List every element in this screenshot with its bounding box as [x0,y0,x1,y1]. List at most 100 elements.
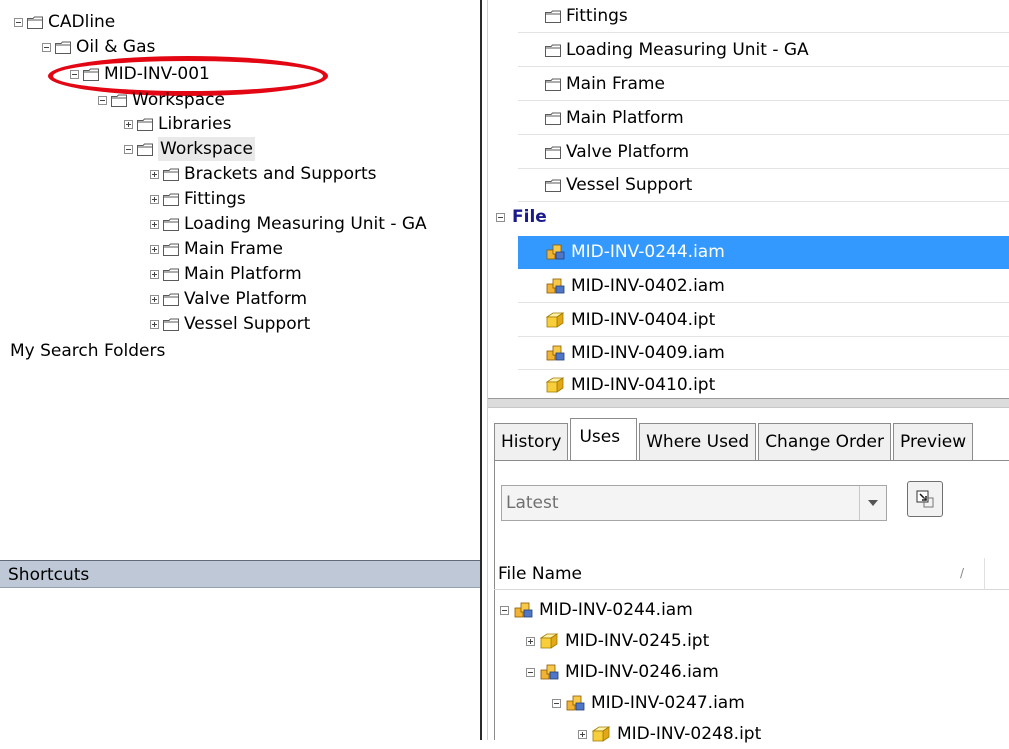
grid-header[interactable]: File Name / [494,558,1009,590]
expand-icon[interactable] [150,219,159,229]
shortcuts-label: Shortcuts [8,565,90,585]
item-label: MID-INV-0402.iam [571,276,725,296]
shortcuts-header[interactable]: Shortcuts [0,560,480,588]
tree-node-libraries[interactable]: Libraries [124,112,231,136]
tree-node-label: Workspace [132,90,225,110]
folder-icon [137,118,153,131]
row-label: MID-INV-0246.iam [565,662,719,682]
table-row[interactable]: MID-INV-0248.ipt [578,719,761,749]
table-row[interactable]: MID-INV-0245.ipt [526,626,709,656]
tab-preview[interactable]: Preview [893,423,974,460]
tab-history[interactable]: History [494,423,569,460]
collapse-icon[interactable] [124,144,133,154]
column-header-file-name[interactable]: File Name [494,564,988,584]
item-label: Valve Platform [566,142,690,162]
tree-node-label: Libraries [158,114,232,134]
tab-change-order[interactable]: Change Order [758,423,891,460]
tree-node-workspace[interactable]: Workspace [124,137,255,161]
collapse-icon[interactable] [552,698,561,708]
list-item-folder[interactable]: Vessel Support [518,169,1009,202]
collapse-icon[interactable] [70,69,79,79]
tree-node-valve-platform[interactable]: Valve Platform [150,287,307,311]
folder-icon [55,41,71,54]
vertical-splitter[interactable] [480,0,488,740]
expand-all-button[interactable] [907,481,943,517]
list-item-folder[interactable]: Valve Platform [518,136,1009,169]
item-label: MID-INV-0409.iam [571,343,725,363]
expand-icon[interactable] [526,636,535,646]
list-item-file[interactable]: MID-INV-0404.ipt [518,304,1009,337]
column-divider[interactable] [984,558,985,590]
tree-node-oil-gas[interactable]: Oil & Gas [42,35,155,59]
chevron-down-icon[interactable] [859,486,886,520]
collapse-icon[interactable] [500,605,509,615]
version-select[interactable]: Latest [501,485,887,521]
tree-node-main-platform[interactable]: Main Platform [150,262,302,286]
expand-tree-icon [916,490,934,508]
tree-node-loading-measuring-unit[interactable]: Loading Measuring Unit - GA [150,212,427,236]
details-pane: History Uses Where Used Change Order Pre… [488,408,1009,744]
tab-where-used[interactable]: Where Used [639,423,757,460]
tree-node-label: Vessel Support [184,314,311,334]
tree-node-fittings[interactable]: Fittings [150,187,246,211]
item-label: Loading Measuring Unit - GA [566,40,809,60]
tab-uses[interactable]: Uses [570,418,638,461]
table-row[interactable]: MID-INV-0244.iam [500,595,693,625]
part-file-icon [545,311,565,329]
expand-icon[interactable] [150,294,159,304]
expand-icon[interactable] [150,194,159,204]
table-row[interactable]: MID-INV-0246.iam [526,657,719,687]
list-item-file[interactable]: MID-INV-0409.iam [518,337,1009,370]
folder-icon [545,78,561,91]
row-label: MID-INV-0244.iam [539,600,693,620]
collapse-icon[interactable] [14,17,23,27]
collapse-icon[interactable] [526,667,535,677]
folder-icon [545,179,561,192]
folder-icon [163,218,179,231]
assembly-file-icon [545,344,565,362]
folder-icon [163,168,179,181]
tree-node-mid-inv-001[interactable]: MID-INV-001 [70,62,210,86]
tree-node-label: Main Platform [184,264,302,284]
expand-icon[interactable] [150,319,159,329]
expand-icon[interactable] [150,269,159,279]
row-label: MID-INV-0247.iam [591,693,745,713]
collapse-icon[interactable] [42,42,51,52]
expand-icon[interactable] [150,169,159,179]
tree-node-brackets[interactable]: Brackets and Supports [150,162,377,186]
list-item-folder[interactable]: Loading Measuring Unit - GA [518,34,1009,67]
tree-node-cadline[interactable]: CADline [14,10,115,34]
expand-icon[interactable] [150,244,159,254]
assembly-file-icon [513,601,533,619]
search-folders-label: My Search Folders [10,341,166,361]
item-label: MID-INV-0410.ipt [571,375,716,395]
list-item-folder[interactable]: Main Frame [518,68,1009,101]
horizontal-splitter[interactable] [488,398,1009,408]
assembly-file-icon [545,277,565,295]
collapse-icon[interactable] [98,95,107,105]
tree-node-vessel-support[interactable]: Vessel Support [150,312,310,336]
collapse-icon[interactable] [496,212,505,222]
group-header-file[interactable]: File [496,205,547,229]
item-label: MID-INV-0404.ipt [571,310,716,330]
tree-node-label: Main Frame [184,239,283,259]
list-item-folder[interactable]: Main Platform [518,102,1009,135]
item-label: Main Platform [566,108,684,128]
folder-icon [545,10,561,23]
table-row[interactable]: MID-INV-0247.iam [552,688,745,718]
list-item-file[interactable]: MID-INV-0402.iam [518,270,1009,303]
expand-icon[interactable] [124,119,133,129]
folder-tree-pane: CADline Oil & Gas MID-INV-001 Workspace … [0,0,480,740]
list-item-file-selected[interactable]: MID-INV-0244.iam [518,236,1009,269]
tree-node-workspace-root[interactable]: Workspace [98,88,225,112]
folder-icon [545,112,561,125]
folder-icon [163,193,179,206]
assembly-file-icon [565,694,585,712]
my-search-folders[interactable]: My Search Folders [10,339,165,363]
tree-node-main-frame[interactable]: Main Frame [150,237,283,261]
expand-icon[interactable] [578,729,587,739]
part-file-icon [539,632,559,650]
folder-icon [137,143,153,156]
tree-node-label: Workspace [158,137,255,161]
list-item-folder[interactable]: Fittings [518,0,1009,33]
